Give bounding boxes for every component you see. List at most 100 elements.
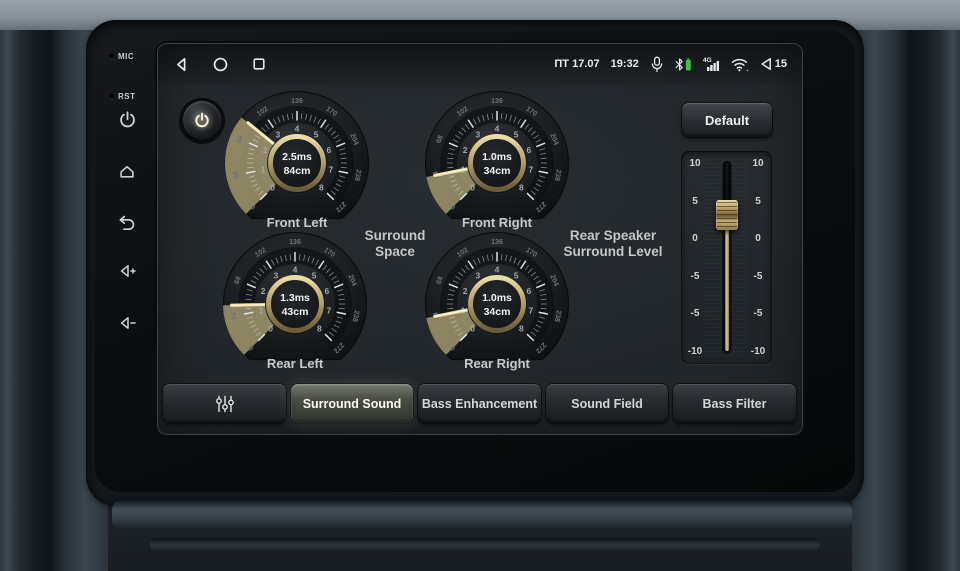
mic-label: MIC bbox=[109, 52, 134, 61]
svg-text:5: 5 bbox=[312, 270, 317, 280]
tab-sound-field[interactable]: Sound Field bbox=[546, 384, 668, 423]
dash-lower-groove bbox=[150, 538, 820, 550]
svg-text:43cm: 43cm bbox=[282, 306, 309, 318]
svg-text:6: 6 bbox=[325, 286, 330, 296]
bezel-power-button[interactable] bbox=[112, 104, 142, 134]
car-dashboard: MIC RST bbox=[0, 0, 960, 571]
svg-text:5: 5 bbox=[314, 129, 319, 139]
status-icons: ПТ 17.07 19:32 4G bbox=[554, 56, 787, 73]
svg-text:7: 7 bbox=[528, 306, 533, 316]
svg-text:4G: 4G bbox=[703, 57, 712, 64]
surround-space-caption: Surround Space bbox=[339, 228, 451, 260]
bezel-volume-down-button[interactable] bbox=[112, 308, 142, 338]
svg-text:5: 5 bbox=[514, 270, 519, 280]
tab-equalizer[interactable] bbox=[163, 384, 286, 423]
dash-lower-trim bbox=[112, 500, 852, 530]
svg-text:136: 136 bbox=[291, 98, 303, 105]
svg-text:34cm: 34cm bbox=[484, 306, 511, 318]
home-icon bbox=[117, 162, 137, 181]
home-circle-icon[interactable] bbox=[212, 56, 229, 73]
svg-text:136: 136 bbox=[491, 98, 503, 105]
signal-4g-icon: 4G bbox=[703, 56, 720, 72]
slider-scale-right: 1050-5-5-10 bbox=[748, 158, 768, 357]
knob-label: Rear Left bbox=[210, 356, 380, 371]
svg-text:3: 3 bbox=[475, 270, 480, 280]
svg-text:2: 2 bbox=[263, 145, 268, 155]
power-icon bbox=[118, 110, 137, 129]
svg-text:3: 3 bbox=[273, 270, 278, 280]
screen-power-well bbox=[179, 98, 225, 144]
svg-text:4: 4 bbox=[495, 123, 500, 133]
svg-text:6: 6 bbox=[527, 145, 532, 155]
slider-scale-left: 1050-5-5-10 bbox=[685, 158, 705, 357]
svg-text:3: 3 bbox=[275, 129, 280, 139]
slider-handle[interactable] bbox=[716, 200, 738, 230]
svg-text:34cm: 34cm bbox=[484, 165, 511, 177]
volume-up-icon bbox=[117, 262, 137, 280]
recents-square-icon[interactable] bbox=[251, 56, 267, 72]
slider-rod-upper bbox=[724, 163, 729, 205]
return-icon bbox=[117, 214, 137, 232]
status-bar: ПТ 17.07 19:32 4G bbox=[158, 44, 802, 84]
svg-text:0: 0 bbox=[270, 182, 275, 192]
svg-text:8: 8 bbox=[519, 323, 524, 333]
mic-hole bbox=[109, 54, 114, 59]
surround-level-slider[interactable] bbox=[716, 161, 738, 354]
bluetooth-battery-icon bbox=[675, 57, 692, 72]
svg-text:136: 136 bbox=[289, 239, 301, 246]
status-date: ПТ 17.07 bbox=[554, 58, 599, 70]
svg-text:84cm: 84cm bbox=[284, 165, 311, 177]
slider-rod-gold bbox=[725, 215, 729, 351]
svg-text:6: 6 bbox=[527, 286, 532, 296]
svg-text:136: 136 bbox=[491, 239, 503, 246]
tab-bass-enhancement[interactable]: Bass Enhancement bbox=[418, 384, 541, 423]
rst-hole bbox=[109, 94, 114, 99]
knob-label: Rear Right bbox=[412, 356, 582, 371]
rst-label: RST bbox=[109, 92, 136, 101]
volume-down-icon bbox=[117, 314, 137, 332]
power-icon bbox=[193, 111, 211, 129]
svg-text:4: 4 bbox=[295, 123, 300, 133]
volume-icon bbox=[760, 57, 772, 71]
svg-text:4: 4 bbox=[495, 264, 500, 274]
bezel-home-button[interactable] bbox=[112, 156, 142, 186]
svg-text:7: 7 bbox=[326, 306, 331, 316]
svg-text:8: 8 bbox=[519, 182, 524, 192]
svg-text:1.3ms: 1.3ms bbox=[280, 292, 310, 304]
tab-surround-sound[interactable]: Surround Sound bbox=[291, 384, 413, 423]
bezel-back-button[interactable] bbox=[112, 208, 142, 238]
svg-text:3: 3 bbox=[475, 129, 480, 139]
svg-text:7: 7 bbox=[328, 165, 333, 175]
svg-text:0: 0 bbox=[268, 323, 273, 333]
microphone-icon bbox=[650, 56, 664, 73]
svg-text:0: 0 bbox=[470, 182, 475, 192]
svg-text:1.0ms: 1.0ms bbox=[482, 151, 512, 163]
knob-front-right[interactable]: 034681021361702042382720123456781.0ms34c… bbox=[422, 88, 572, 238]
dash-right-pillar bbox=[852, 30, 960, 571]
svg-text:1: 1 bbox=[259, 306, 264, 316]
volume-level: 15 bbox=[775, 58, 787, 70]
default-button[interactable]: Default bbox=[682, 103, 772, 137]
svg-text:1: 1 bbox=[261, 165, 266, 175]
screen-power-button[interactable] bbox=[183, 101, 221, 139]
equalizer-icon bbox=[213, 394, 237, 414]
svg-text:2: 2 bbox=[261, 286, 266, 296]
svg-text:0: 0 bbox=[470, 323, 475, 333]
touch-screen: ПТ 17.07 19:32 4G bbox=[158, 44, 802, 434]
volume-indicator: 15 bbox=[760, 57, 787, 71]
bezel-volume-up-button[interactable] bbox=[112, 256, 142, 286]
knob-front-left[interactable]: 034681021361702042382720123456782.5ms84c… bbox=[222, 88, 372, 238]
svg-text:7: 7 bbox=[528, 165, 533, 175]
tab-bass-filter[interactable]: Bass Filter bbox=[673, 384, 796, 423]
svg-text:2: 2 bbox=[463, 145, 468, 155]
svg-text:6: 6 bbox=[327, 145, 332, 155]
android-nav-buttons bbox=[173, 56, 267, 73]
back-icon[interactable] bbox=[173, 56, 190, 73]
svg-text:1.0ms: 1.0ms bbox=[482, 292, 512, 304]
svg-text:8: 8 bbox=[319, 182, 324, 192]
wifi-icon bbox=[731, 57, 749, 72]
svg-text:5: 5 bbox=[514, 129, 519, 139]
status-time: 19:32 bbox=[611, 58, 639, 70]
rear-speaker-level-caption: Rear Speaker Surround Level bbox=[539, 228, 687, 260]
svg-text:2.5ms: 2.5ms bbox=[282, 151, 312, 163]
